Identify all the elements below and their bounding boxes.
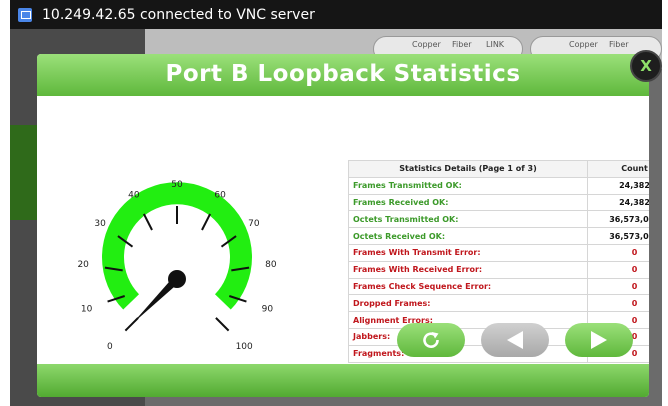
vnc-icon bbox=[18, 7, 32, 22]
statistics-row: Frames Transmitted OK: 24,382 bbox=[348, 176, 649, 195]
statistics-row: Frames Check Sequence Error: 0 bbox=[348, 277, 649, 296]
gauge-tick bbox=[142, 213, 153, 231]
statistic-label: Frames With Received Error: bbox=[348, 260, 588, 279]
gauge-tick-label: 80 bbox=[265, 260, 277, 270]
statistic-label: Jabbers: bbox=[348, 327, 588, 346]
statistic-label: Frames Received OK: bbox=[348, 193, 588, 212]
dialog-title: Port B Loopback Statistics bbox=[165, 61, 521, 87]
statistics-row: Frames With Received Error: 0 bbox=[348, 260, 649, 279]
statistic-label: Fragments: bbox=[348, 344, 588, 363]
gauge-tick-label: 40 bbox=[128, 190, 140, 200]
statistics-details-header: Statistics Details (Page 1 of 3) bbox=[348, 160, 588, 178]
refresh-button[interactable] bbox=[397, 323, 465, 357]
gauge-tick bbox=[215, 317, 230, 332]
statistic-count: 24,382 bbox=[587, 176, 649, 195]
statistic-label: Frames Transmitted OK: bbox=[348, 176, 588, 195]
statistic-count: 36,573,000 bbox=[587, 210, 649, 229]
statistic-label: Frames With Transmit Error: bbox=[348, 243, 588, 262]
gauge-tick-label: 20 bbox=[77, 260, 89, 270]
statistic-count: 0 bbox=[587, 294, 649, 313]
statistic-label: Alignment Errors: bbox=[348, 311, 588, 329]
background-accent bbox=[10, 125, 38, 220]
gauge-tick-label: 90 bbox=[262, 304, 274, 314]
vnc-title: 10.249.42.65 connected to VNC server bbox=[42, 6, 315, 23]
bg-label-copper-b: Copper bbox=[569, 40, 598, 49]
statistic-count: 24,382 bbox=[587, 193, 649, 212]
throughput-gauge: 0 10 20 30 40 50 60 70 80 90 100 bbox=[77, 180, 277, 352]
dialog-header: Port B Loopback Statistics bbox=[37, 54, 649, 96]
statistics-row: Frames With Transmit Error: 0 bbox=[348, 243, 649, 262]
vnc-screen: 10.249.42.65 connected to VNC server Cop… bbox=[10, 0, 662, 406]
gauge-tick bbox=[201, 213, 212, 231]
gauge-hub bbox=[168, 270, 186, 288]
gauge-tick-label: 0 bbox=[107, 342, 113, 352]
bg-label-link: LINK bbox=[486, 40, 505, 49]
close-button[interactable]: X bbox=[630, 50, 662, 82]
gauge-tick-label: 70 bbox=[248, 219, 260, 229]
refresh-icon bbox=[423, 332, 439, 348]
gauge-tick-label: 10 bbox=[81, 304, 93, 314]
statistics-row: Dropped Frames: 0 bbox=[348, 294, 649, 313]
gauge-tick-label: 60 bbox=[214, 190, 226, 200]
statistics-header-row: Statistics Details (Page 1 of 3) Count bbox=[348, 160, 649, 178]
statistic-label: Octets Transmitted OK: bbox=[348, 210, 588, 229]
statistic-count: 0 bbox=[587, 260, 649, 279]
bg-label-fiber-b: Fiber bbox=[609, 40, 629, 49]
statistic-count: 0 bbox=[587, 277, 649, 296]
gauge-tick-label: 100 bbox=[236, 342, 253, 352]
vnc-title-bar: 10.249.42.65 connected to VNC server bbox=[10, 0, 662, 29]
bg-label-fiber: Fiber bbox=[452, 40, 472, 49]
loopback-statistics-dialog: Port B Loopback Statistics 0 10 20 30 40 50 60… bbox=[37, 54, 649, 397]
arrow-left-icon bbox=[507, 331, 523, 349]
count-header: Count bbox=[587, 160, 649, 178]
gauge-tick-label: 50 bbox=[171, 180, 183, 190]
arrow-right-icon bbox=[591, 331, 607, 349]
bg-label-copper: Copper bbox=[412, 40, 441, 49]
statistics-row: Octets Received OK:36,573,000 bbox=[348, 227, 649, 245]
statistic-label: Frames Check Sequence Error: bbox=[348, 277, 588, 296]
statistics-row: Frames Received OK: 24,382 bbox=[348, 193, 649, 212]
next-page-button[interactable] bbox=[565, 323, 633, 357]
previous-page-button[interactable] bbox=[481, 323, 549, 357]
statistic-label: Octets Received OK: bbox=[348, 227, 588, 245]
statistic-count: 0 bbox=[587, 243, 649, 262]
statistic-label: Dropped Frames: bbox=[348, 294, 588, 313]
statistics-row: Octets Transmitted OK:36,573,000 bbox=[348, 210, 649, 229]
statistic-count: 36,573,000 bbox=[587, 227, 649, 245]
dialog-footer bbox=[37, 364, 649, 397]
gauge-tick-label: 30 bbox=[94, 219, 106, 229]
